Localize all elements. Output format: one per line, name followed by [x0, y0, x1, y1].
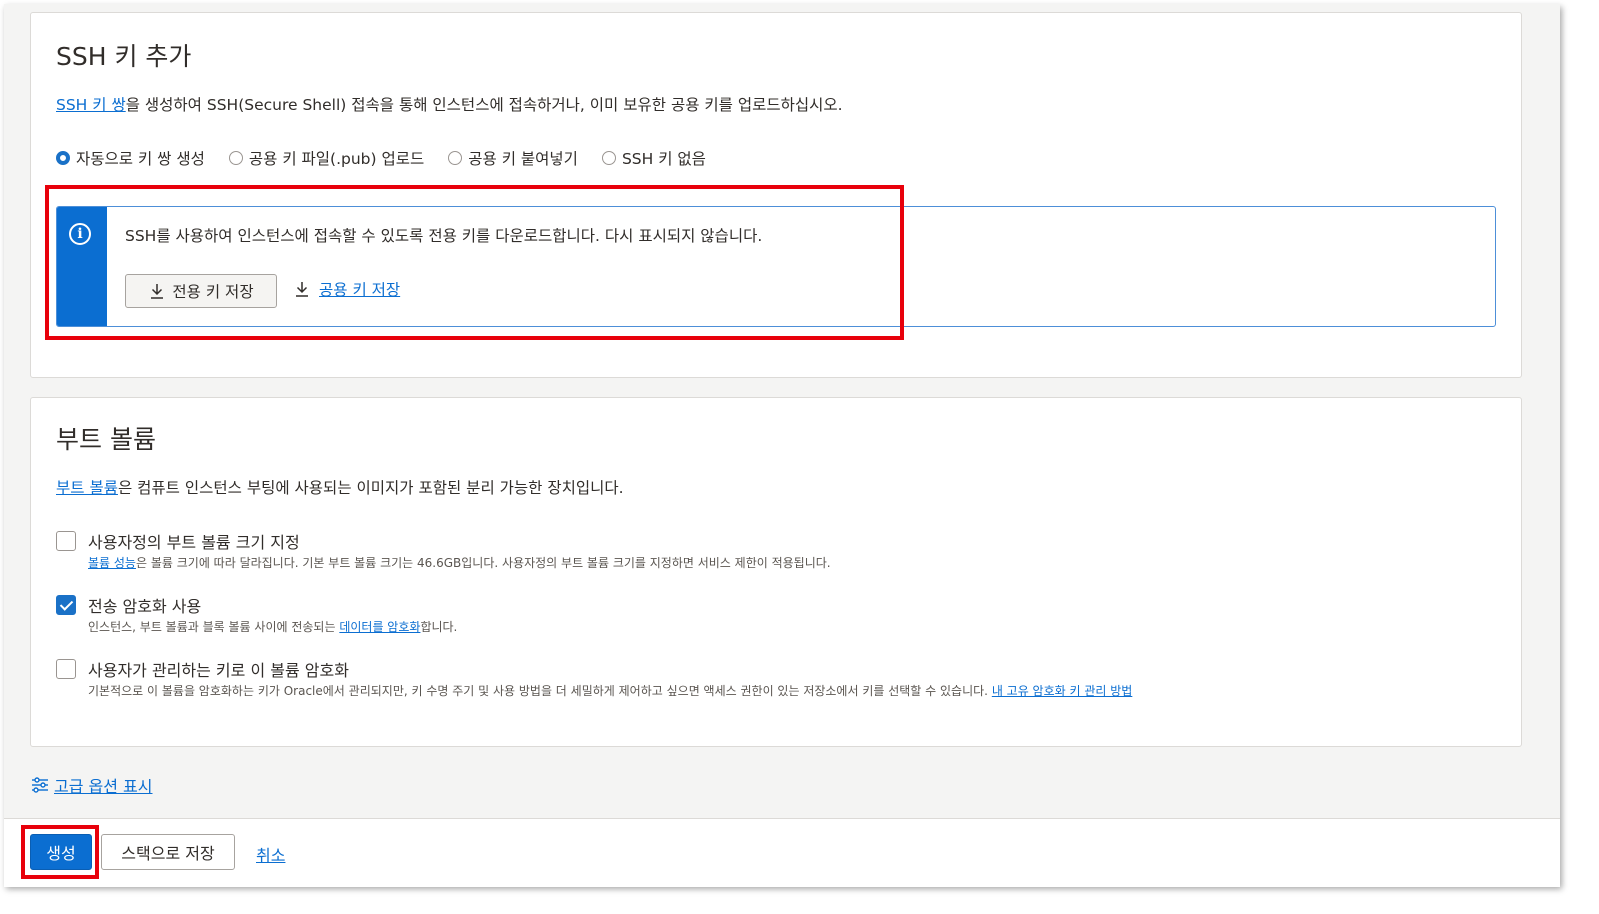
show-advanced-options[interactable]: 고급 옵션 표시	[30, 773, 153, 797]
encrypt-data-link[interactable]: 데이터를 암호화	[339, 620, 420, 634]
boot-description-text: 은 컴퓨트 인스턴스 부팅에 사용되는 이미지가 포함된 분리 가능한 장치입니…	[117, 479, 624, 497]
in-transit-encryption-checkbox[interactable]	[56, 595, 76, 615]
checkbox-help: 인스턴스, 부트 볼륨과 블록 볼륨 사이에 전송되는 데이터를 암호화합니다.	[88, 618, 457, 635]
ssh-keypair-link[interactable]: SSH 키 쌍	[56, 96, 126, 114]
boot-volume-card: 부트 볼륨 부트 볼륨은 컴퓨트 인스턴스 부팅에 사용되는 이미지가 포함된 …	[30, 397, 1522, 747]
checkbox-label: 전송 암호화 사용	[88, 597, 202, 616]
boot-volume-link[interactable]: 부트 볼륨	[56, 479, 118, 497]
radio-indicator[interactable]	[601, 151, 616, 165]
radio-label: 자동으로 키 쌍 생성	[76, 150, 205, 168]
help-text: 기본적으로 이 볼륨을 암호화하는 키가 Oracle에서 관리되지만, 키 수…	[88, 684, 992, 698]
custom-boot-size-checkbox[interactable]	[56, 531, 76, 551]
settings-sliders-icon	[32, 777, 48, 793]
radio-indicator[interactable]	[448, 151, 463, 165]
ssh-description-text: 을 생성하여 SSH(Secure Shell) 접속을 통해 인스턴스에 접속…	[125, 96, 843, 114]
radio-indicator[interactable]	[228, 151, 243, 165]
highlight-box-create	[21, 825, 99, 879]
radio-label: SSH 키 없음	[621, 150, 706, 168]
volume-performance-link[interactable]: 볼륨 성능	[88, 556, 136, 570]
checkbox-help: 볼륨 성능은 볼륨 크기에 따라 달라집니다. 기본 부트 볼륨 크기는 46.…	[88, 554, 831, 571]
radio-no-ssh-key[interactable]: SSH 키 없음	[601, 147, 706, 169]
ssh-description: SSH 키 쌍을 생성하여 SSH(Secure Shell) 접속을 통해 인…	[56, 93, 843, 115]
radio-label: 공용 키 붙여넣기	[468, 150, 578, 168]
radio-upload-pub-file[interactable]: 공용 키 파일(.pub) 업로드	[228, 147, 425, 169]
highlight-box-info	[45, 185, 904, 340]
cancel-link[interactable]: 취소	[256, 842, 285, 866]
ssh-key-options: 자동으로 키 쌍 생성 공용 키 파일(.pub) 업로드 공용 키 붙여넣기 …	[56, 147, 706, 169]
manage-keys-link[interactable]: 내 고유 암호화 키 관리 방법	[992, 684, 1133, 698]
checkbox-label: 사용자정의 부트 볼륨 크기 지정	[88, 533, 300, 552]
radio-label: 공용 키 파일(.pub) 업로드	[248, 150, 425, 168]
action-footer	[4, 818, 1560, 887]
save-as-stack-button[interactable]: 스택으로 저장	[101, 834, 235, 870]
customer-managed-key-checkbox[interactable]	[56, 659, 76, 679]
advanced-options-label[interactable]: 고급 옵션 표시	[54, 773, 153, 797]
ssh-section-title: SSH 키 추가	[56, 42, 192, 71]
checkbox-label: 사용자가 관리하는 키로 이 볼륨 암호화	[88, 661, 349, 680]
boot-description: 부트 볼륨은 컴퓨트 인스턴스 부팅에 사용되는 이미지가 포함된 분리 가능한…	[56, 476, 624, 498]
help-text: 은 볼륨 크기에 따라 달라집니다. 기본 부트 볼륨 크기는 46.6GB입니…	[135, 556, 831, 570]
boot-section-title: 부트 볼륨	[56, 425, 156, 454]
radio-paste-public-key[interactable]: 공용 키 붙여넣기	[448, 147, 578, 169]
radio-generate-keypair[interactable]: 자동으로 키 쌍 생성	[56, 147, 205, 169]
radio-indicator[interactable]	[56, 151, 70, 165]
help-text: 합니다.	[420, 620, 458, 634]
help-text: 인스턴스, 부트 볼륨과 블록 볼륨 사이에 전송되는	[88, 620, 340, 634]
checkbox-help: 기본적으로 이 볼륨을 암호화하는 키가 Oracle에서 관리되지만, 키 수…	[88, 682, 1132, 699]
